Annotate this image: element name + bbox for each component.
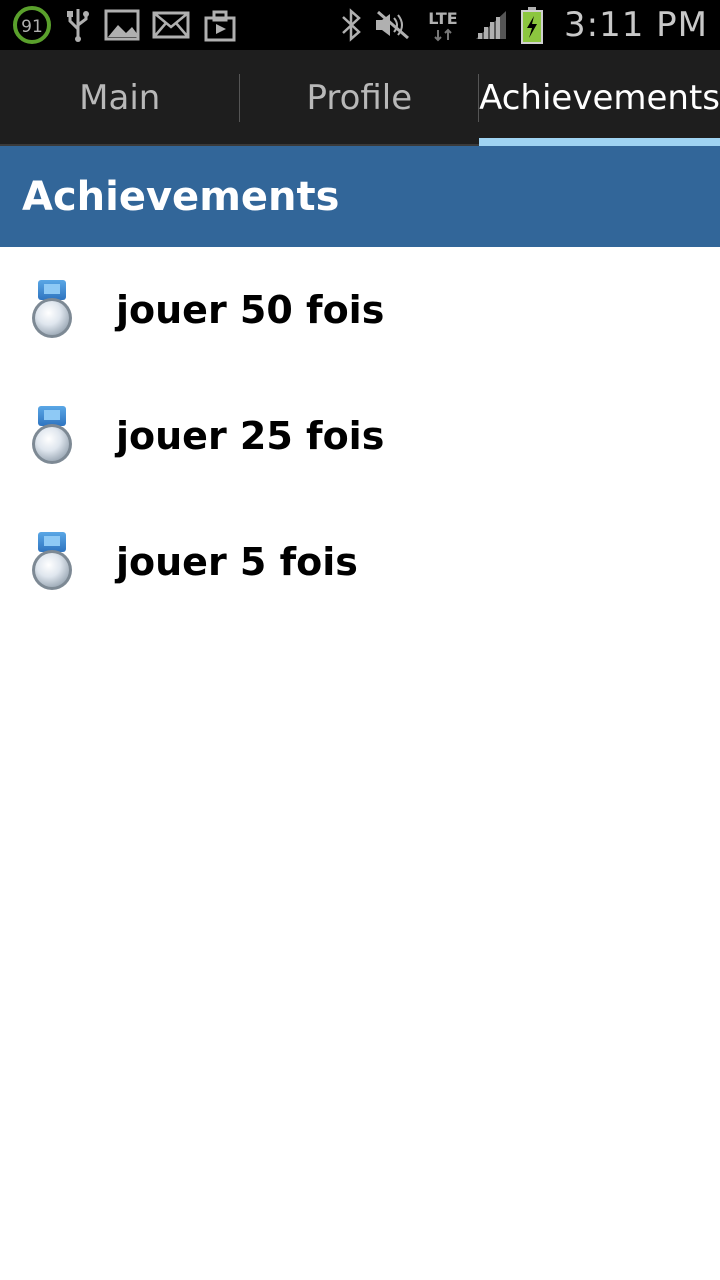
achievement-label: jouer 25 fois [116,414,385,458]
medal-icon [32,532,72,590]
list-item[interactable]: jouer 50 fois [0,247,720,373]
tab-main[interactable]: Main [0,50,240,146]
tab-main-label: Main [79,78,161,118]
achievement-label: jouer 50 fois [116,288,385,332]
tab-achievements[interactable]: Achievements [479,50,720,146]
list-item[interactable]: jouer 5 fois [0,499,720,625]
medal-icon [32,406,72,464]
list-item[interactable]: jouer 25 fois [0,373,720,499]
email-icon [152,11,190,39]
signal-icon [474,9,508,41]
achievement-list: jouer 50 fois jouer 25 fois jouer 5 fois [0,247,720,625]
briefcase-icon [202,8,238,42]
tab-active-indicator [479,138,720,146]
tab-achievements-label: Achievements [479,78,720,118]
svg-text:LTE: LTE [428,9,457,28]
medal-icon [32,280,72,338]
tab-profile-label: Profile [306,78,413,118]
status-bar: 91 LTE 3:11 PM [0,0,720,50]
status-clock: 3:11 PM [564,5,708,45]
battery-charging-icon [520,6,544,44]
section-header: Achievements [0,146,720,247]
status-bar-left: 91 [0,0,250,50]
page-title: Achievements [22,173,340,220]
image-icon [104,9,140,41]
tab-profile[interactable]: Profile [239,50,480,146]
usb-icon [64,7,92,43]
mute-icon [374,10,412,40]
svg-text:91: 91 [21,17,43,37]
bluetooth-icon [340,8,362,42]
tab-bar: Main Profile Achievements [0,50,720,146]
status-bar-right: LTE 3:11 PM [340,0,720,50]
achievement-label: jouer 5 fois [116,540,358,584]
notification-count-icon: 91 [12,5,52,45]
lte-icon: LTE [424,8,462,42]
